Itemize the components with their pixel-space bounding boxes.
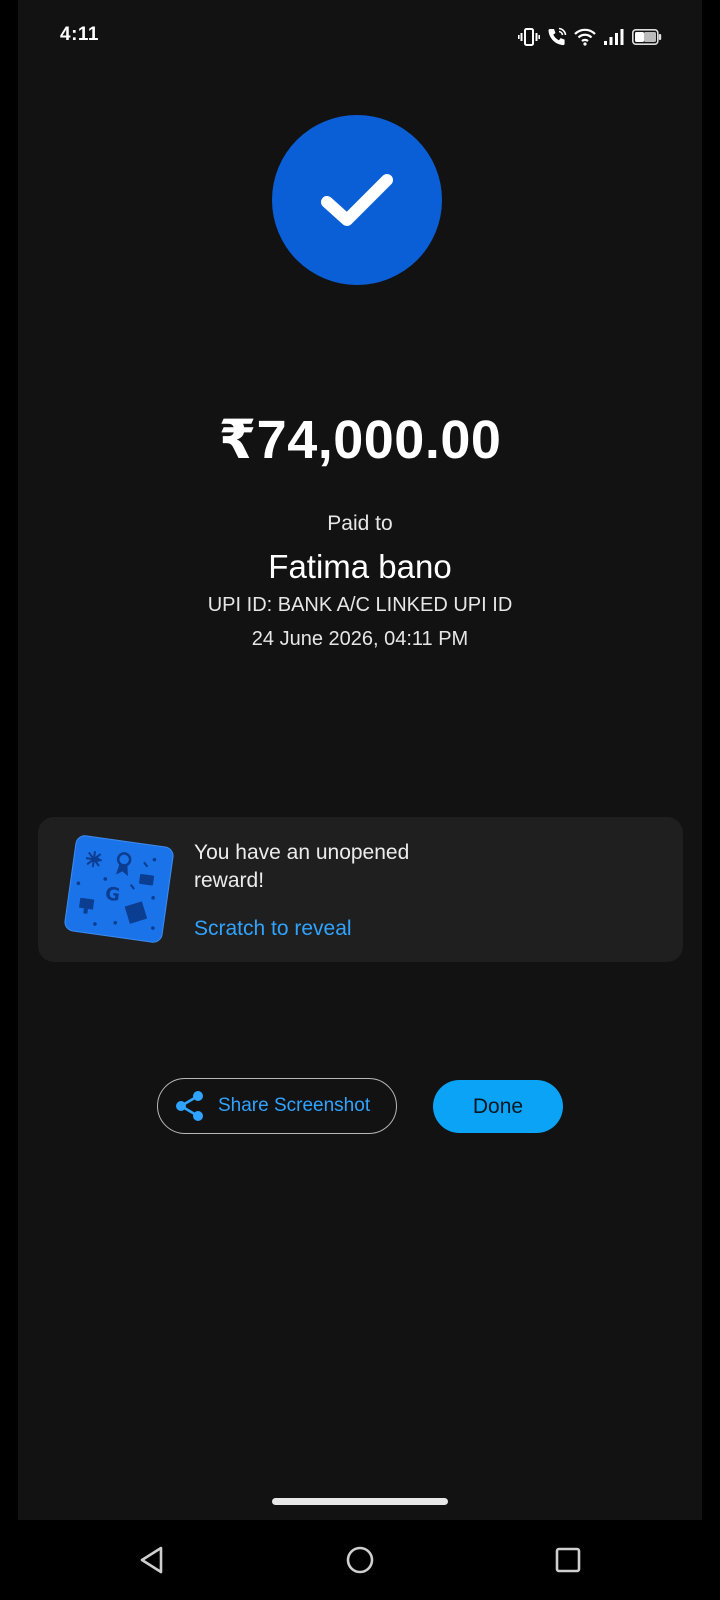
paid-to-label: Paid to [327,512,393,535]
transaction-datetime: 24 June 2026, 04:11 PM [251,628,469,650]
signal-icon [603,28,625,46]
nav-home-button[interactable] [338,1538,382,1582]
svg-text:G: G [104,883,122,906]
nav-recents-button[interactable] [546,1538,590,1582]
system-navigation-bar [0,1520,720,1600]
battery-icon [632,29,662,45]
wifi-icon [574,28,596,46]
share-screenshot-label: Share Screenshot [218,1095,371,1116]
scratch-card-icon: G [60,831,178,952]
home-icon [346,1546,374,1574]
back-icon [140,1546,163,1574]
status-icons [518,26,662,48]
success-check-badge [272,115,442,285]
upi-id: UPI ID: BANK A/C LINKED UPI ID [207,594,513,616]
payment-amount: ₹74,000.00 [218,410,502,470]
payee-name: Fatima bano [268,548,452,585]
checkmark-icon [321,174,393,226]
scratch-to-reveal-link[interactable]: Scratch to reveal [194,917,352,941]
reward-message: You have an unopened reward! [194,841,410,892]
reward-card[interactable]: G You have an unopened reward! Scratch t… [38,817,683,962]
recents-icon [555,1547,581,1573]
done-button[interactable]: Done [433,1080,563,1133]
share-screenshot-button[interactable]: Share Screenshot [157,1078,397,1134]
wifi-call-icon [547,27,567,47]
vibrate-icon [518,27,540,47]
nav-back-button[interactable] [130,1538,174,1582]
status-time: 4:11 [60,24,99,45]
share-icon [176,1091,203,1121]
gesture-home-indicator[interactable] [272,1498,448,1505]
